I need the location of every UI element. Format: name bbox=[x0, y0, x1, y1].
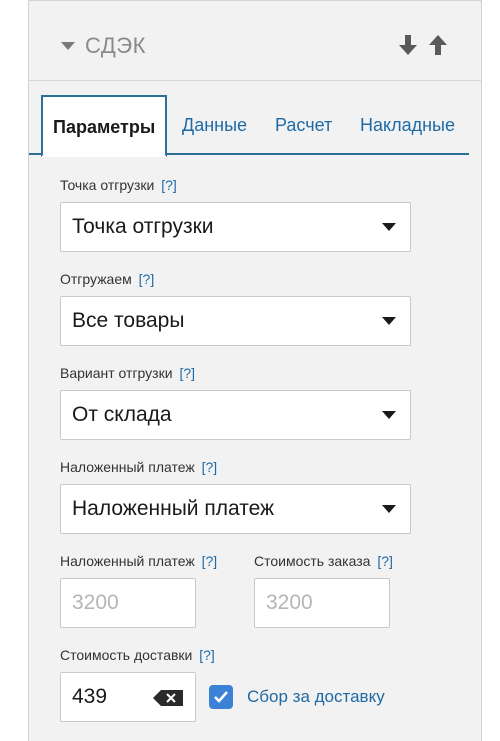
tab-parameters[interactable]: Параметры bbox=[41, 95, 168, 157]
chevron-down-icon bbox=[382, 505, 396, 513]
chevron-down-icon bbox=[382, 223, 396, 231]
help-link[interactable]: [?] bbox=[202, 459, 218, 475]
delivery-cost-value: 439 bbox=[72, 685, 108, 708]
order-cost-label: Стоимость заказа [?] bbox=[254, 553, 393, 569]
tab-data[interactable]: Данные bbox=[182, 95, 247, 155]
parameters-form: Точка отгрузки [?] Точка отгрузки Отгруж… bbox=[29, 157, 481, 741]
shipment-point-label-text: Точка отгрузки bbox=[60, 177, 155, 193]
chevron-down-icon bbox=[382, 317, 396, 325]
help-link[interactable]: [?] bbox=[377, 553, 393, 569]
shipping-items-label-text: Отгружаем bbox=[60, 271, 132, 287]
chevron-down-icon bbox=[382, 411, 396, 419]
panel-header: СДЭК bbox=[29, 1, 481, 81]
delivery-cost-label: Стоимость доставки [?] bbox=[60, 647, 215, 663]
cod-mode-label-text: Наложенный платеж bbox=[60, 459, 195, 475]
checkmark-icon[interactable] bbox=[209, 685, 233, 709]
arrow-up-icon[interactable] bbox=[429, 34, 447, 56]
help-link[interactable]: [?] bbox=[199, 647, 215, 663]
cod-amount-label-text: Наложенный платеж bbox=[60, 553, 195, 569]
cod-mode-value: Наложенный платеж bbox=[72, 497, 275, 520]
help-link[interactable]: [?] bbox=[202, 553, 218, 569]
help-link[interactable]: [?] bbox=[179, 365, 195, 381]
panel-title: СДЭК bbox=[85, 33, 146, 58]
tab-calculation[interactable]: Расчет bbox=[275, 95, 332, 155]
backspace-icon[interactable] bbox=[153, 690, 183, 711]
delivery-cost-label-text: Стоимость доставки bbox=[60, 647, 193, 663]
cdek-panel: СДЭК Параметры Данные Расчет Накладные Т… bbox=[28, 0, 482, 741]
help-link[interactable]: [?] bbox=[161, 177, 177, 193]
cod-amount-label: Наложенный платеж [?] bbox=[60, 553, 217, 569]
sort-controls bbox=[399, 34, 447, 56]
shipment-option-label-text: Вариант отгрузки bbox=[60, 365, 173, 381]
shipping-items-label: Отгружаем [?] bbox=[60, 271, 154, 287]
delivery-cost-input[interactable]: 439 bbox=[60, 672, 196, 722]
tab-bar: Параметры Данные Расчет Накладные bbox=[29, 95, 469, 157]
shipment-option-value: От склада bbox=[72, 403, 172, 426]
delivery-fee-label: Сбор за доставку bbox=[247, 687, 385, 706]
shipment-point-value: Точка отгрузки bbox=[72, 215, 214, 238]
cod-mode-select[interactable]: Наложенный платеж bbox=[60, 484, 411, 534]
help-link[interactable]: [?] bbox=[139, 271, 155, 287]
cod-amount-placeholder: 3200 bbox=[72, 591, 119, 614]
shipment-option-label: Вариант отгрузки [?] bbox=[60, 365, 195, 381]
cod-mode-label: Наложенный платеж [?] bbox=[60, 459, 217, 475]
order-cost-input[interactable]: 3200 bbox=[254, 578, 390, 628]
order-cost-placeholder: 3200 bbox=[266, 591, 313, 614]
caret-down-icon bbox=[61, 42, 75, 50]
cod-amount-input[interactable]: 3200 bbox=[60, 578, 196, 628]
collapse-toggle[interactable]: СДЭК bbox=[61, 31, 146, 61]
order-cost-label-text: Стоимость заказа bbox=[254, 553, 371, 569]
shipping-items-value: Все товары bbox=[72, 309, 185, 332]
tab-waybills[interactable]: Накладные bbox=[360, 95, 455, 155]
shipment-point-label: Точка отгрузки [?] bbox=[60, 177, 177, 193]
delivery-fee-checkbox[interactable]: Сбор за доставку bbox=[209, 685, 385, 709]
shipping-items-select[interactable]: Все товары bbox=[60, 296, 411, 346]
shipment-option-select[interactable]: От склада bbox=[60, 390, 411, 440]
shipment-point-select[interactable]: Точка отгрузки bbox=[60, 202, 411, 252]
arrow-down-icon[interactable] bbox=[399, 34, 417, 56]
